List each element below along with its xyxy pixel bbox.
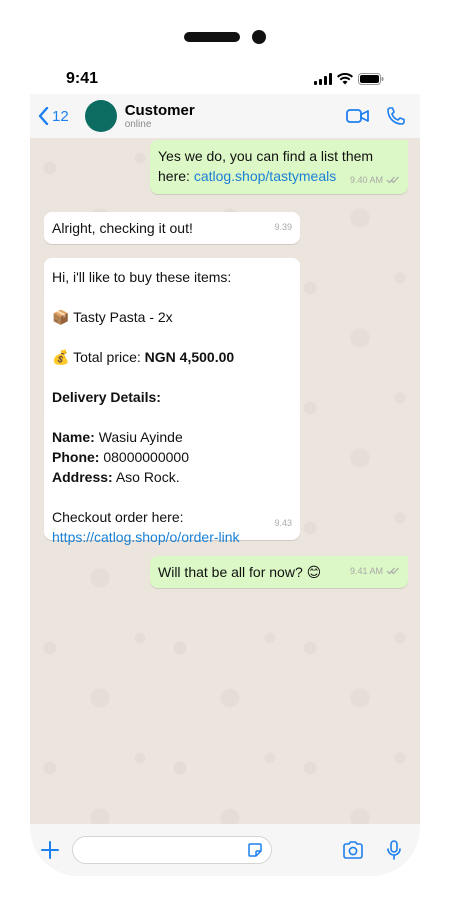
message-meta: 9.41 AM: [350, 561, 400, 581]
delivery-phone: Phone: 08000000000: [52, 447, 292, 467]
battery-icon: [358, 73, 384, 85]
sticker-icon[interactable]: [247, 842, 263, 858]
checkout-link[interactable]: https://catlog.shop/o/order-link: [52, 529, 240, 545]
microphone-icon[interactable]: [386, 840, 402, 860]
plus-icon[interactable]: [40, 840, 60, 860]
unread-count: 12: [52, 107, 69, 125]
message-meta: 9.40 AM: [350, 170, 400, 190]
header-actions: [346, 106, 412, 126]
message-time: 9.41 AM: [349, 566, 383, 576]
money-bag-emoji-icon: 💰: [52, 349, 70, 365]
checkout-line: https://catlog.shop/o/order-link: [52, 527, 292, 547]
message-text: Will that be all for now?: [158, 564, 307, 580]
total-label: Total price:: [73, 349, 141, 365]
phone-icon[interactable]: [386, 106, 406, 126]
input-bar: [30, 824, 420, 876]
camera-icon[interactable]: [342, 841, 364, 859]
message-text: here:: [158, 168, 194, 184]
address-label: Address:: [52, 469, 113, 485]
avatar[interactable]: [84, 100, 117, 132]
video-camera-icon[interactable]: [346, 108, 370, 124]
chevron-left-icon: [38, 107, 49, 125]
status-bar: 9:41: [30, 66, 420, 92]
name-value: Wasiu Ayinde: [98, 429, 183, 445]
wifi-icon: [337, 73, 353, 85]
delivery-name: Name: Wasiu Ayinde: [52, 427, 292, 447]
message-time: 9.39: [274, 222, 292, 232]
message-link[interactable]: catlog.shop/tastymeals: [194, 168, 336, 184]
signal-icon: [314, 73, 332, 85]
double-check-icon: [386, 176, 399, 184]
contact-status: online: [124, 118, 152, 130]
delivery-heading: Delivery Details:: [52, 389, 161, 405]
contact-name: Customer: [124, 101, 195, 119]
message-text: Hi, i'll like to buy these items:: [52, 269, 232, 285]
contact-info[interactable]: Customer online: [125, 102, 195, 131]
order-item: 📦 Tasty Pasta - 2x: [52, 307, 292, 327]
status-time: 9:41: [66, 70, 99, 87]
chat-area[interactable]: Yes we do, you can find a list them here…: [30, 138, 420, 824]
total-value: NGN 4,500.00: [144, 349, 235, 365]
message-incoming[interactable]: Alright, checking it out! 9.39: [44, 212, 300, 244]
smile-emoji-icon: 😊: [306, 564, 322, 580]
order-total: 💰 Total price: NGN 4,500.00: [52, 347, 292, 367]
message-outgoing[interactable]: Will that be all for now? 😊 9.41 AM: [150, 556, 408, 588]
phone-value: 08000000000: [103, 449, 189, 465]
item-text: Tasty Pasta - 2x: [73, 309, 173, 325]
phone-label: Phone:: [52, 449, 100, 465]
address-value: Aso Rock.: [115, 469, 180, 485]
speaker-grille: [184, 32, 240, 42]
checkout-text: Checkout order here:: [52, 509, 184, 525]
message-time: 9.40 AM: [349, 175, 383, 185]
message-input[interactable]: [72, 836, 272, 864]
box-emoji-icon: 📦: [52, 309, 70, 325]
message-text: Yes we do, you can find a list them: [158, 148, 374, 164]
delivery-address: Address: Aso Rock.: [52, 467, 292, 487]
notch: [30, 14, 420, 60]
chat-header: 12 Customer online: [30, 94, 420, 138]
message-outgoing[interactable]: Yes we do, you can find a list them here…: [150, 140, 408, 194]
message-time: 9.43: [274, 518, 292, 528]
message-text: Alright, checking it out!: [52, 220, 193, 236]
double-check-icon: [386, 567, 399, 575]
front-camera: [252, 30, 266, 44]
phone-frame: 9:41 12 Customer online Yes we do, you c…: [30, 14, 420, 876]
message-incoming-order[interactable]: Hi, i'll like to buy these items: 📦 Tast…: [44, 258, 300, 545]
input-actions: [342, 840, 410, 860]
back-button[interactable]: 12: [38, 107, 69, 125]
name-label: Name:: [52, 429, 95, 445]
status-icons: [314, 73, 384, 85]
